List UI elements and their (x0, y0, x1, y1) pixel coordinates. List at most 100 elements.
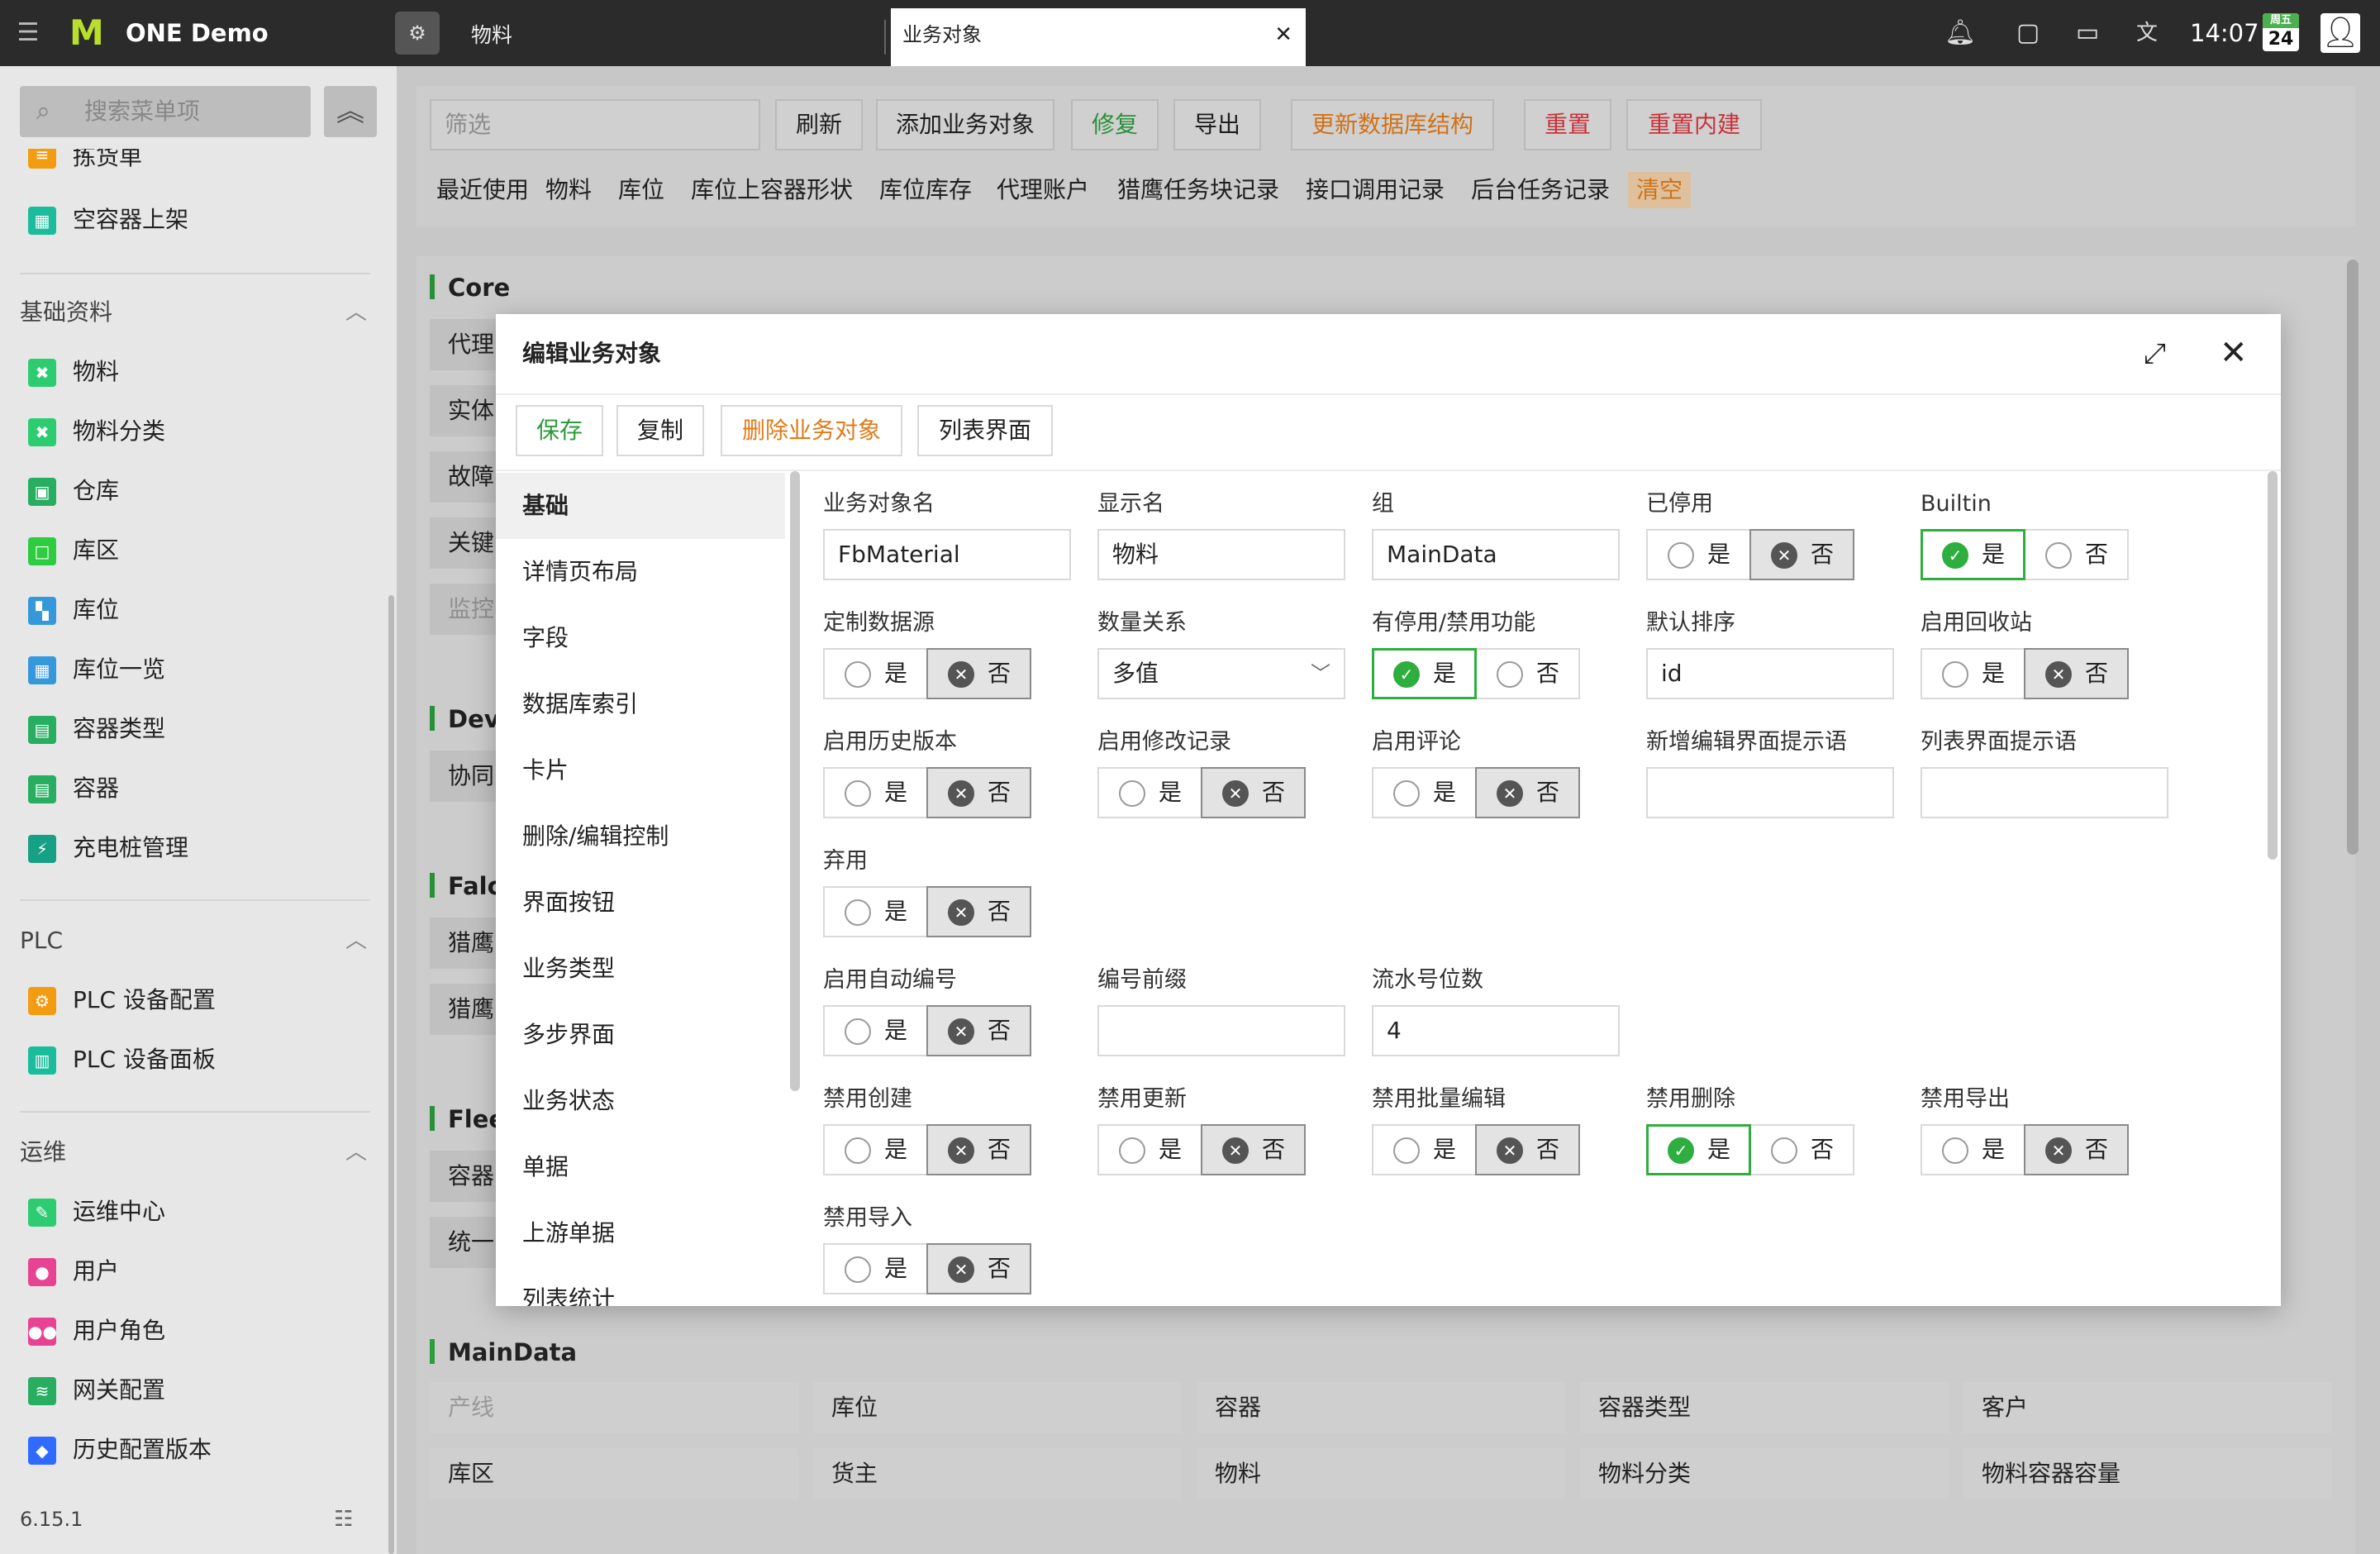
sidebar-group-ops[interactable]: 运维 ︿ (20, 1134, 367, 1170)
business-object-name-input[interactable]: FbMaterial (823, 529, 1071, 580)
delete-business-object-button[interactable]: 删除业务对象 (721, 405, 902, 456)
list-view-button[interactable]: 列表界面 (917, 405, 1053, 456)
number-prefix-input[interactable] (1097, 1005, 1345, 1056)
disabled-no-option[interactable]: ✕ 否 (1749, 529, 1854, 580)
sidebar-item-bin[interactable]: ▚ 库位 (28, 592, 119, 628)
no-batch-edit-no-option[interactable]: ✕ 否 (1475, 1124, 1580, 1175)
copy-button[interactable]: 复制 (616, 405, 704, 456)
history-no-option[interactable]: ✕ 否 (926, 767, 1031, 818)
nav-basic[interactable]: 基础 (496, 473, 785, 539)
auto-number-no-option[interactable]: ✕ 否 (926, 1005, 1031, 1056)
comments-yes-option[interactable]: 是 (1372, 767, 1477, 818)
monitor-icon[interactable]: ▭ (2071, 17, 2104, 50)
tree-list-icon[interactable]: ☷ (334, 1503, 353, 1536)
sidebar-item-charger[interactable]: ⚡ 充电桩管理 (28, 830, 188, 866)
maindata-item[interactable]: 容器 (1197, 1382, 1565, 1433)
no-create-yes-option[interactable]: 是 (823, 1124, 928, 1175)
no-export-yes-option[interactable]: 是 (1921, 1124, 2025, 1175)
no-update-yes-option[interactable]: 是 (1097, 1124, 1202, 1175)
deprecated-no-option[interactable]: ✕ 否 (926, 886, 1031, 937)
sidebar-item-picking[interactable]: ≡ 拣货单 (28, 149, 142, 170)
sidebar-item-container[interactable]: ▤ 容器 (28, 770, 119, 807)
dialog-scrollbar[interactable] (2268, 471, 2278, 860)
maindata-item[interactable]: 库区 (430, 1448, 798, 1499)
has-disable-no-option[interactable]: 否 (1475, 648, 1580, 699)
close-tab-icon[interactable]: ✕ (1274, 8, 1292, 61)
sidebar-group-plc[interactable]: PLC ︿ (20, 922, 367, 959)
custom-source-no-option[interactable]: ✕ 否 (926, 648, 1031, 699)
no-delete-yes-option[interactable]: ✓ 是 (1646, 1124, 1751, 1175)
nav-detail-layout[interactable]: 详情页布局 (496, 539, 785, 605)
nav-upstream-document[interactable]: 上游单据 (496, 1200, 785, 1266)
menu-search-input[interactable]: ⌕ 搜索菜单项 (20, 86, 311, 137)
note-icon[interactable]: ▢ (2011, 17, 2044, 50)
tab-business-object[interactable]: 业务对象 ✕ (891, 8, 1306, 66)
maindata-item[interactable]: 容器类型 (1580, 1382, 1949, 1433)
nav-card[interactable]: 卡片 (496, 737, 785, 803)
sidebar-group-basic[interactable]: 基础资料 ︿ (20, 294, 367, 331)
nav-fields[interactable]: 字段 (496, 605, 785, 671)
sidebar-item-history-config[interactable]: ◆ 历史配置版本 (28, 1432, 212, 1468)
change-log-no-option[interactable]: ✕ 否 (1201, 767, 1306, 818)
default-sort-input[interactable]: id (1646, 648, 1894, 699)
nav-multistep[interactable]: 多步界面 (496, 1002, 785, 1068)
builtin-yes-option[interactable]: ✓ 是 (1921, 529, 2025, 580)
main-scrollbar[interactable] (2347, 260, 2359, 855)
sidebar-item-user-role[interactable]: ●● 用户角色 (28, 1313, 165, 1349)
nav-ui-buttons[interactable]: 界面按钮 (496, 870, 785, 936)
history-yes-option[interactable]: 是 (823, 767, 928, 818)
recycle-yes-option[interactable]: 是 (1921, 648, 2025, 699)
maindata-item[interactable]: 库位 (813, 1382, 1182, 1433)
sidebar-item-gateway[interactable]: ≋ 网关配置 (28, 1372, 165, 1409)
maindata-item[interactable]: 货主 (813, 1448, 1182, 1499)
menu-toggle-icon[interactable]: ☰ (13, 18, 43, 48)
has-disable-yes-option[interactable]: ✓ 是 (1372, 648, 1477, 699)
translate-icon[interactable]: 文 (2130, 17, 2163, 50)
sidebar-item-user[interactable]: ● 用户 (28, 1253, 119, 1289)
sidebar-item-material[interactable]: ✖ 物料 (28, 354, 119, 390)
nav-document[interactable]: 单据 (496, 1134, 785, 1200)
list-hint-input[interactable] (1921, 767, 2168, 818)
sidebar-item-container-type[interactable]: ▤ 容器类型 (28, 711, 165, 747)
no-import-yes-option[interactable]: 是 (823, 1243, 928, 1294)
sidebar-item-material-category[interactable]: ✖ 物料分类 (28, 413, 165, 450)
nav-db-index[interactable]: 数据库索引 (496, 671, 785, 737)
quantity-relation-select[interactable]: 多值 ﹀ (1097, 648, 1345, 699)
sidebar-item-plc-panel[interactable]: ▥ PLC 设备面板 (28, 1042, 216, 1078)
nav-business-type[interactable]: 业务类型 (496, 936, 785, 1002)
bell-icon[interactable]: 🔔︎ (1944, 17, 1977, 50)
expand-icon[interactable]: ⤢ (2144, 336, 2166, 372)
sidebar-item-district[interactable]: □ 库区 (28, 532, 119, 569)
builtin-no-option[interactable]: 否 (2024, 529, 2129, 580)
save-button[interactable]: 保存 (516, 405, 603, 456)
edit-hint-input[interactable] (1646, 767, 1894, 818)
change-log-yes-option[interactable]: 是 (1097, 767, 1202, 818)
sidebar-item-warehouse[interactable]: ▣ 仓库 (28, 473, 119, 509)
comments-no-option[interactable]: ✕ 否 (1475, 767, 1580, 818)
auto-number-yes-option[interactable]: 是 (823, 1005, 928, 1056)
no-delete-no-option[interactable]: 否 (1749, 1124, 1854, 1175)
maindata-item[interactable]: 客户 (1963, 1382, 2332, 1433)
ai-assistant-icon[interactable]: ⚙ (395, 12, 440, 55)
maindata-item[interactable]: 物料 (1197, 1448, 1565, 1499)
display-name-input[interactable]: 物料 (1097, 529, 1345, 580)
no-create-no-option[interactable]: ✕ 否 (926, 1124, 1031, 1175)
nav-scrollbar[interactable] (790, 471, 800, 1091)
close-icon[interactable]: ✕ (2220, 332, 2248, 374)
no-import-no-option[interactable]: ✕ 否 (926, 1243, 1031, 1294)
nav-list-stats[interactable]: 列表统计 (496, 1266, 785, 1306)
maindata-item[interactable]: 物料容器容量 (1963, 1448, 2332, 1499)
no-batch-edit-yes-option[interactable]: 是 (1372, 1124, 1477, 1175)
no-export-no-option[interactable]: ✕ 否 (2024, 1124, 2129, 1175)
sidebar-item-bin-overview[interactable]: ▦ 库位一览 (28, 651, 165, 688)
tab-material[interactable]: 物料 (459, 0, 889, 66)
user-avatar-icon[interactable]: 👤︎ (2320, 13, 2360, 53)
collapse-all-button[interactable]: ︽ (324, 86, 377, 137)
group-input[interactable]: MainData (1372, 529, 1620, 580)
sidebar-scrollbar[interactable] (388, 595, 394, 1554)
calendar-icon[interactable]: 周五 24 (2263, 13, 2299, 51)
sidebar-item-plc-config[interactable]: ⚙ PLC 设备配置 (28, 982, 216, 1018)
nav-business-state[interactable]: 业务状态 (496, 1068, 785, 1134)
sidebar-item-empty-container[interactable]: ▦ 空容器上架 (28, 202, 188, 238)
custom-source-yes-option[interactable]: 是 (823, 648, 928, 699)
